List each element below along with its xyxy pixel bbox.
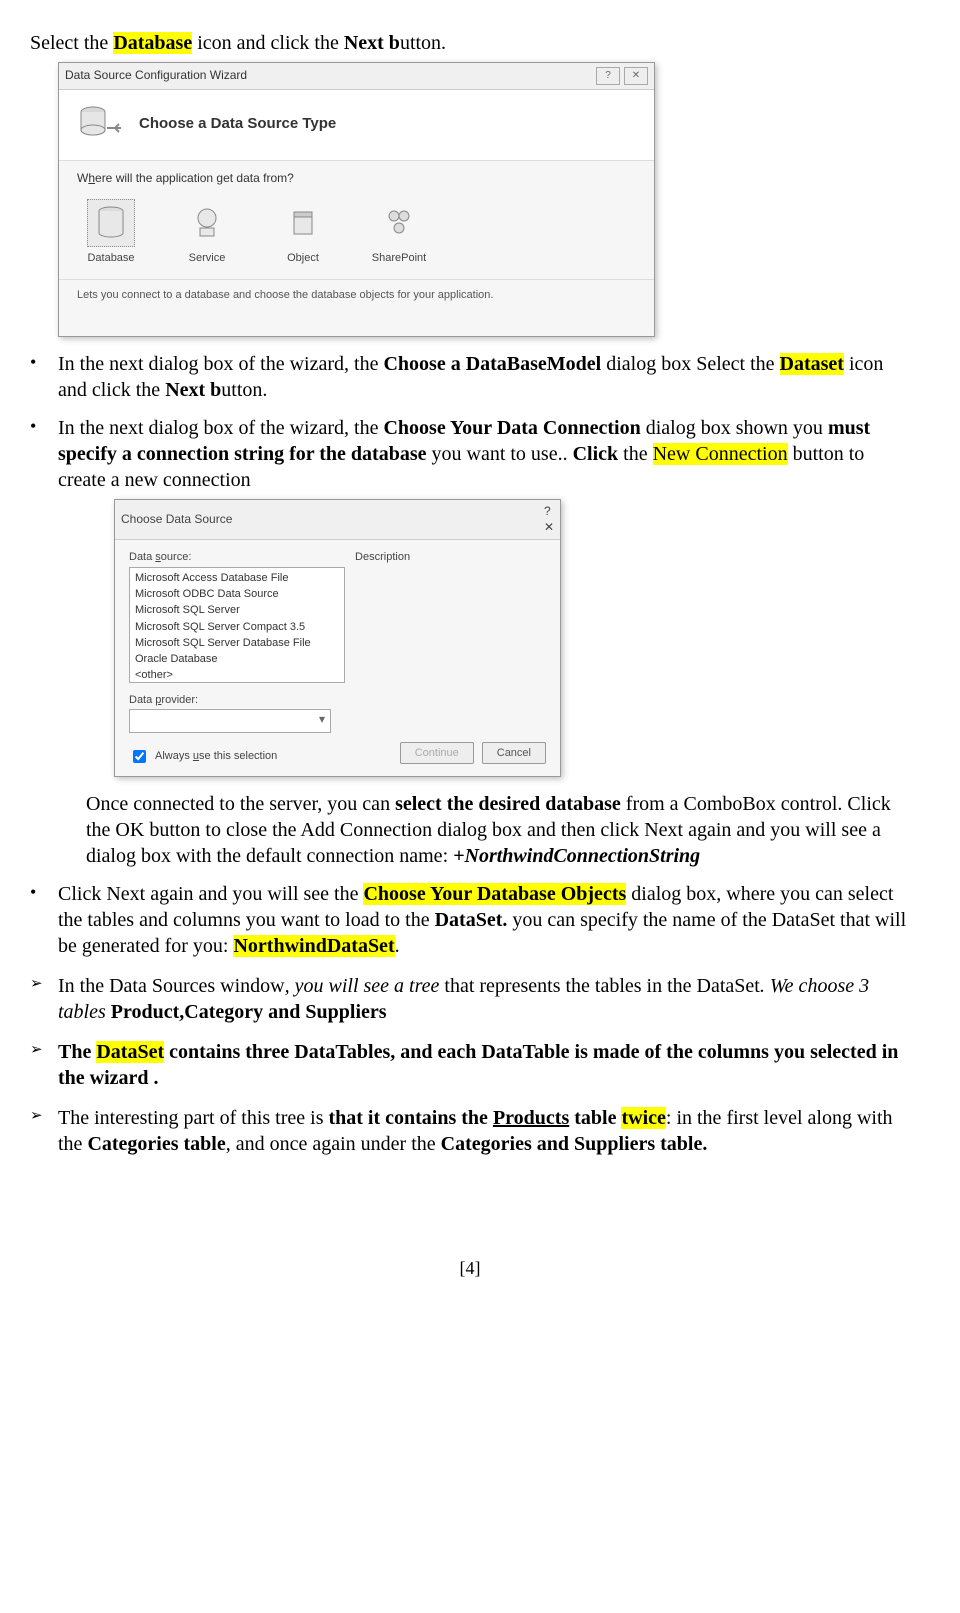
dialog-header-text: Choose a Data Source Type <box>139 114 336 134</box>
instruction-line: Select the Database icon and click the N… <box>30 30 910 56</box>
dialog-title: Data Source Configuration Wizard <box>65 68 247 84</box>
help-button-2[interactable]: ? <box>544 504 554 520</box>
option-object[interactable]: Object <box>269 199 337 265</box>
dialog2-title: Choose Data Source <box>121 512 232 528</box>
always-use-label: Always use this selection <box>155 749 277 763</box>
close-button[interactable]: ✕ <box>624 67 648 85</box>
object-icon <box>279 199 327 247</box>
option-service[interactable]: Service <box>173 199 241 265</box>
sharepoint-icon <box>375 199 423 247</box>
database-header-icon <box>77 104 125 144</box>
bullet-item-2: In the next dialog box of the wizard, th… <box>30 415 910 869</box>
option-sharepoint[interactable]: SharePoint <box>365 199 433 265</box>
list-item[interactable]: Microsoft SQL Server <box>132 602 342 618</box>
data-source-listbox[interactable]: Microsoft Access Database File Microsoft… <box>129 567 345 683</box>
option-database[interactable]: Database <box>77 199 145 265</box>
data-source-wizard-dialog: Data Source Configuration Wizard ? ✕ Cho… <box>58 62 655 337</box>
list-item[interactable]: Microsoft SQL Server Database File <box>132 635 342 651</box>
dialog-header: Choose a Data Source Type <box>59 90 654 161</box>
list-item[interactable]: Microsoft ODBC Data Source <box>132 586 342 602</box>
continue-button[interactable]: Continue <box>400 742 474 764</box>
arrow-item-2: The DataSet contains three DataTables, a… <box>30 1039 910 1091</box>
data-source-label: Data source: <box>129 550 339 564</box>
list-item[interactable]: Oracle Database <box>132 651 342 667</box>
dialog-description: Lets you connect to a database and choos… <box>59 279 654 336</box>
data-provider-dropdown[interactable] <box>129 709 331 733</box>
page-number: [4] <box>30 1257 910 1280</box>
bullet-item-3: Click Next again and you will see the Ch… <box>30 881 910 959</box>
arrow-item-3: The interesting part of this tree is tha… <box>30 1105 910 1157</box>
window-buttons: ? ✕ <box>596 67 648 85</box>
bullet-item-1: In the next dialog box of the wizard, th… <box>30 351 910 403</box>
database-icon <box>87 199 135 247</box>
close-button-2[interactable]: ✕ <box>544 520 554 536</box>
always-use-checkbox[interactable] <box>133 750 146 763</box>
list-item[interactable]: <other> <box>132 667 342 682</box>
window-buttons-2: ? ✕ <box>544 504 554 535</box>
after-dialog-paragraph: Once connected to the server, you can se… <box>86 791 910 869</box>
help-button[interactable]: ? <box>596 67 620 85</box>
data-source-options: Database Service Object SharePoint <box>59 193 654 279</box>
list-item[interactable]: Microsoft SQL Server Compact 3.5 <box>132 619 342 635</box>
data-provider-label: Data provider: <box>129 693 546 707</box>
dialog-prompt: Where will the application get data from… <box>59 161 654 193</box>
cancel-button[interactable]: Cancel <box>482 742 546 764</box>
dialog2-titlebar: Choose Data Source ? ✕ <box>115 500 560 540</box>
dialog-titlebar: Data Source Configuration Wizard ? ✕ <box>59 63 654 90</box>
choose-data-source-dialog: Choose Data Source ? ✕ Data source: Micr… <box>114 499 561 777</box>
list-item[interactable]: Microsoft Access Database File <box>132 570 342 586</box>
service-icon <box>183 199 231 247</box>
description-label: Description <box>355 550 546 564</box>
arrow-item-1: In the Data Sources window, you will see… <box>30 973 910 1025</box>
